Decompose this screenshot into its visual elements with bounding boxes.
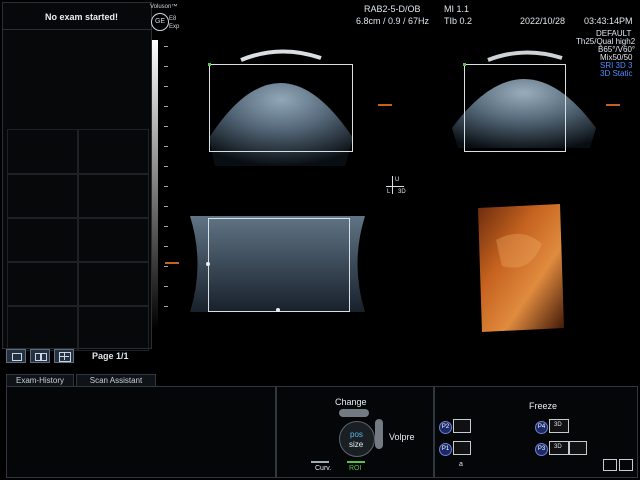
depth-tick bbox=[164, 86, 168, 87]
ge-logo: GE Voluson™ E8 Exp bbox=[150, 2, 180, 31]
trackball-pos-label: pos bbox=[350, 430, 363, 439]
brand-variant: Exp bbox=[169, 24, 180, 30]
orientation-marker bbox=[378, 104, 392, 106]
roi-handle-c[interactable] bbox=[206, 262, 210, 266]
gain-scale-bar bbox=[152, 40, 158, 330]
roi-box-a[interactable] bbox=[209, 64, 353, 152]
trackball-size-label: size bbox=[349, 440, 364, 449]
layout-dual-icon bbox=[41, 353, 47, 361]
roi-label: ROI bbox=[349, 465, 362, 472]
depth-tick bbox=[164, 46, 168, 47]
thumbnail-grid bbox=[7, 129, 149, 351]
thumbnail-cell[interactable] bbox=[7, 129, 79, 175]
roi-bar-icon bbox=[347, 461, 365, 463]
p4-key[interactable]: P4 bbox=[535, 421, 548, 434]
freeze-title: Freeze bbox=[529, 401, 558, 411]
volpre-label: Volpre bbox=[389, 432, 415, 442]
p1-key[interactable]: P1 bbox=[439, 443, 452, 456]
layout-dual-button[interactable] bbox=[30, 349, 50, 363]
roi-corner-b[interactable] bbox=[463, 63, 466, 66]
probe-label: RAB2-5-D/OB bbox=[364, 4, 421, 14]
small-a-label: a bbox=[459, 461, 463, 468]
depth-tick bbox=[164, 206, 168, 207]
top-bar-icon bbox=[339, 409, 369, 417]
layout-single-button[interactable] bbox=[6, 349, 26, 363]
ultrasound-view-c[interactable] bbox=[180, 210, 375, 318]
orientation-marker bbox=[606, 104, 620, 106]
orientation-glyph: U L 3D bbox=[386, 176, 410, 198]
document-icon[interactable] bbox=[453, 441, 471, 455]
time-label: 03:43:14PM bbox=[584, 16, 633, 26]
layout-single-icon bbox=[12, 353, 22, 361]
thumbnail-cell[interactable] bbox=[77, 217, 149, 263]
thumbnail-cell[interactable] bbox=[77, 129, 149, 175]
roi-handle-c[interactable] bbox=[276, 308, 280, 312]
phone-icon[interactable] bbox=[603, 459, 617, 471]
printer-icon[interactable] bbox=[453, 419, 471, 433]
left-panel: No exam started! bbox=[2, 2, 152, 351]
depth-tick bbox=[164, 226, 168, 227]
bottom-left-panel bbox=[6, 386, 276, 478]
orientation-l: L bbox=[387, 189, 391, 195]
roi-box-c[interactable] bbox=[208, 218, 350, 312]
gain-scale-graphic bbox=[152, 40, 158, 330]
tib-label: TIb 0.2 bbox=[444, 16, 473, 26]
date-label: 2022/10/28 bbox=[520, 16, 566, 26]
depth-tick bbox=[164, 266, 168, 267]
roi-box-b[interactable] bbox=[464, 64, 566, 152]
thumbnail-cell[interactable] bbox=[7, 305, 79, 351]
change-title: Change bbox=[335, 397, 367, 407]
page-indicator: Page 1/1 bbox=[92, 351, 129, 361]
depth-tick bbox=[164, 106, 168, 107]
printer-icon[interactable] bbox=[619, 459, 633, 471]
3d-icon[interactable]: 3D bbox=[549, 419, 569, 433]
depth-tick bbox=[164, 246, 168, 247]
3d-icon-label: 3D bbox=[554, 422, 562, 428]
3d-icon[interactable]: 3D bbox=[549, 441, 569, 455]
mi-label: MI 1.1 bbox=[444, 4, 470, 14]
ultrasound-view-b[interactable] bbox=[440, 38, 608, 152]
depth-tick bbox=[164, 126, 168, 127]
exam-status-text: No exam started! bbox=[45, 12, 119, 22]
thumbnail-cell[interactable] bbox=[7, 217, 79, 263]
layout-quad-icon bbox=[59, 352, 71, 362]
orientation-axis-icon bbox=[392, 176, 393, 194]
thumbnail-cell[interactable] bbox=[77, 173, 149, 219]
status-header: RAB2-5-D/OB MI 1.1 2022/10/28 03:43:14PM… bbox=[180, 0, 640, 78]
depth-tick bbox=[164, 286, 168, 287]
3d-render-view[interactable] bbox=[468, 200, 566, 334]
curv-label: Curv. bbox=[315, 465, 332, 472]
thumbnail-cell[interactable] bbox=[77, 305, 149, 351]
depth-tick bbox=[164, 146, 168, 147]
ultrasound-view-a[interactable] bbox=[185, 38, 375, 166]
depth-frequency-label: 6.8cm / 0.9 / 67Hz bbox=[356, 16, 430, 26]
thumbnail-cell[interactable] bbox=[7, 261, 79, 307]
p2-key[interactable]: P2 bbox=[439, 421, 452, 434]
thumbnail-cell[interactable] bbox=[7, 173, 79, 219]
depth-tick bbox=[164, 66, 168, 67]
3d-render-image bbox=[468, 200, 566, 334]
depth-tick bbox=[164, 166, 168, 167]
roi-corner-a[interactable] bbox=[208, 63, 211, 66]
orientation-u: U bbox=[395, 177, 400, 183]
mail-icon[interactable] bbox=[569, 441, 587, 455]
left-panel-header: No exam started! bbox=[3, 3, 151, 30]
right-bar-icon bbox=[375, 419, 383, 449]
brand-name: Voluson™ bbox=[150, 4, 178, 10]
trackball-icon[interactable]: pos size bbox=[339, 421, 375, 457]
depth-tick bbox=[164, 306, 168, 307]
freeze-panel: Freeze P2 P1 P4 3D P3 3D a bbox=[434, 386, 638, 478]
layout-quad-icon bbox=[59, 356, 69, 357]
touch-control-panel: Change pos size Volpre Curv. ROI bbox=[276, 386, 434, 478]
orientation-axis-icon bbox=[386, 186, 404, 187]
curv-bar-icon bbox=[311, 461, 329, 463]
ge-logo-mark: GE bbox=[151, 13, 169, 31]
orientation-3d: 3D bbox=[398, 189, 406, 195]
p3-key[interactable]: P3 bbox=[535, 443, 548, 456]
3d-icon-label: 3D bbox=[554, 444, 562, 450]
depth-tick bbox=[164, 186, 168, 187]
orientation-marker bbox=[165, 262, 179, 264]
thumbnail-cell[interactable] bbox=[77, 261, 149, 307]
layout-quad-button[interactable] bbox=[54, 349, 74, 363]
